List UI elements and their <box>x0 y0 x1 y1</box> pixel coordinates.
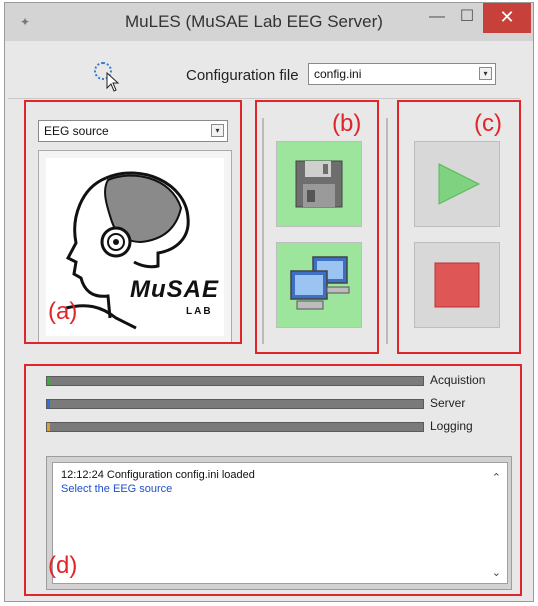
mouse-cursor-icon <box>106 72 120 92</box>
minimize-button[interactable]: — <box>425 3 449 33</box>
panel-separator <box>386 118 388 344</box>
config-file-label: Configuration file <box>186 67 299 84</box>
title-bar[interactable]: ✦ MuLES (MuSAE Lab EEG Server) — ☐ ✕ <box>5 3 533 41</box>
close-button[interactable]: ✕ <box>483 3 531 33</box>
annotation-box-b <box>255 100 379 354</box>
annotation-label-d: (d) <box>48 552 78 579</box>
config-file-value: config.ini <box>314 67 362 81</box>
annotation-label-a: (a) <box>48 298 78 325</box>
annotation-label-c: (c) <box>474 110 502 137</box>
maximize-button[interactable]: ☐ <box>455 3 479 33</box>
annotation-box-c <box>397 100 521 354</box>
annotation-box-d <box>24 364 522 596</box>
annotation-label-b: (b) <box>332 110 362 137</box>
window-title: MuLES (MuSAE Lab EEG Server) <box>125 12 383 31</box>
chevron-down-icon[interactable]: ▾ <box>479 67 492 80</box>
app-icon: ✦ <box>19 15 31 29</box>
header-divider <box>8 98 520 99</box>
config-file-select[interactable]: config.ini ▾ <box>308 63 496 85</box>
